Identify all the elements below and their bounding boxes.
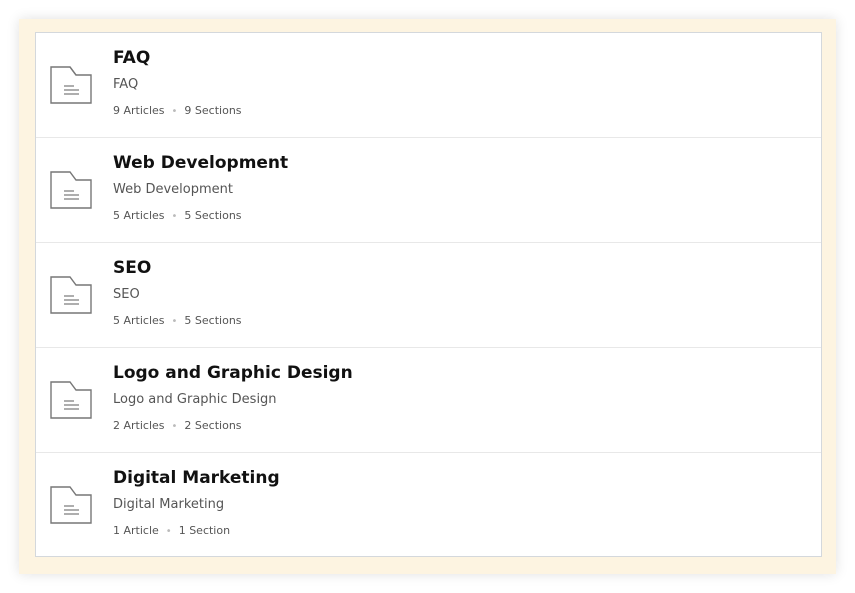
- separator-dot: •: [171, 106, 178, 117]
- category-meta: 1 Article • 1 Section: [113, 523, 280, 540]
- article-count: 1 Article: [113, 524, 159, 537]
- category-description: SEO: [113, 287, 140, 302]
- category-list: FAQ FAQ 9 Articles • 9 Sections Web Develo…: [35, 32, 822, 557]
- article-count: 2 Articles: [113, 419, 165, 432]
- category-description: Logo and Graphic Design: [113, 392, 277, 407]
- folder-icon: [50, 276, 92, 314]
- article-count: 5 Articles: [113, 209, 165, 222]
- folder-icon: [50, 486, 92, 524]
- category-item-logo-and-graphic-design[interactable]: Logo and Graphic Design Logo and Graphic…: [36, 348, 821, 453]
- separator-dot: •: [165, 526, 172, 537]
- category-meta: 9 Articles • 9 Sections: [113, 103, 242, 120]
- section-count: 2 Sections: [184, 419, 242, 432]
- category-title[interactable]: SEO: [113, 257, 242, 279]
- section-count: 9 Sections: [184, 104, 242, 117]
- category-item-digital-marketing[interactable]: Digital Marketing Digital Marketing 1 Ar…: [36, 453, 821, 557]
- folder-icon: [50, 171, 92, 209]
- folder-icon: [50, 381, 92, 419]
- category-item-seo[interactable]: SEO SEO 5 Articles • 5 Sections: [36, 243, 821, 348]
- section-count: 5 Sections: [184, 314, 242, 327]
- article-count: 5 Articles: [113, 314, 165, 327]
- category-description: Web Development: [113, 182, 233, 197]
- article-count: 9 Articles: [113, 104, 165, 117]
- section-count: 5 Sections: [184, 209, 242, 222]
- category-meta: 5 Articles • 5 Sections: [113, 313, 242, 330]
- folder-icon: [50, 66, 92, 104]
- category-item-faq[interactable]: FAQ FAQ 9 Articles • 9 Sections: [36, 33, 821, 138]
- separator-dot: •: [171, 316, 178, 327]
- category-title[interactable]: Web Development: [113, 152, 288, 174]
- separator-dot: •: [171, 211, 178, 222]
- outer-frame: FAQ FAQ 9 Articles • 9 Sections Web Develo…: [19, 19, 836, 574]
- category-description: FAQ: [113, 77, 139, 92]
- category-meta: 5 Articles • 5 Sections: [113, 208, 288, 225]
- category-title[interactable]: Digital Marketing: [113, 467, 280, 489]
- separator-dot: •: [171, 421, 178, 432]
- category-meta: 2 Articles • 2 Sections: [113, 418, 353, 435]
- category-item-web-development[interactable]: Web Development Web Development 5 Articl…: [36, 138, 821, 243]
- category-description: Digital Marketing: [113, 497, 225, 512]
- category-title[interactable]: Logo and Graphic Design: [113, 362, 353, 384]
- section-count: 1 Section: [178, 524, 231, 537]
- category-title[interactable]: FAQ: [113, 47, 242, 69]
